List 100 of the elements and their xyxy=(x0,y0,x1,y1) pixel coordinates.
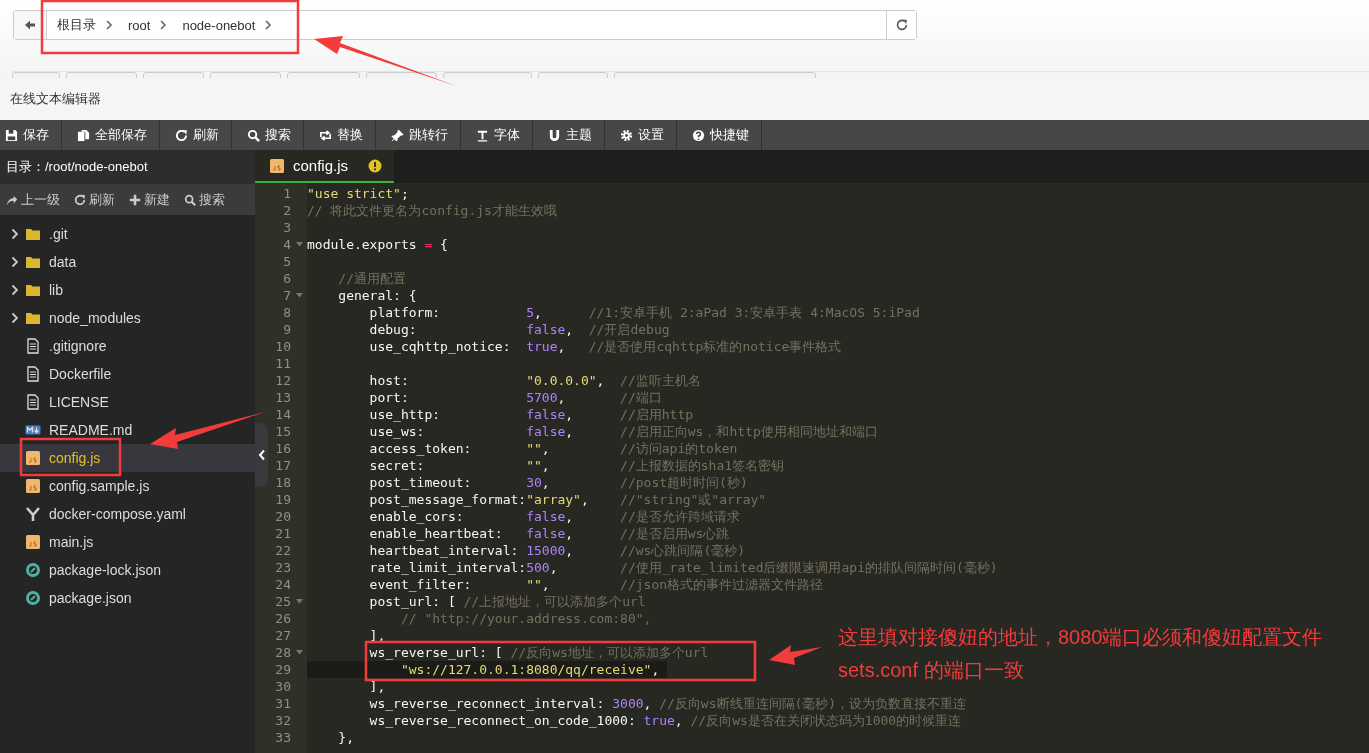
file-item[interactable]: main.js xyxy=(0,528,255,556)
code-line: ws_reverse_url: [ //反向ws地址，可以添加多个url xyxy=(368,644,709,661)
annotation-text: sets.conf 的端口一致 xyxy=(838,658,1025,683)
editor-tab[interactable]: config.js xyxy=(255,150,395,183)
line-number: 18 xyxy=(274,474,291,491)
code-line: rate_limit_interval:500, //使用_rate_limited后缀限速调用api的排队间隔时间(毫秒) xyxy=(368,559,998,576)
magnet-icon xyxy=(548,128,561,142)
line-number: 23 xyxy=(274,559,291,576)
refresh-icon xyxy=(894,18,909,32)
code-line: platform: 5, //1:安卓手机 2:aPad 3:安卓手表 4:MacOS 5:iPad xyxy=(368,304,920,321)
file-item[interactable]: package-lock.json xyxy=(0,556,255,584)
refresh-button[interactable]: 刷新 xyxy=(74,190,115,209)
line-number: 16 xyxy=(274,440,291,457)
chevron-icon xyxy=(257,449,266,461)
code-line: ], xyxy=(368,678,386,695)
file-name: data xyxy=(49,254,77,270)
line-number: 26 xyxy=(274,610,291,627)
swap-icon xyxy=(319,128,332,142)
file-item[interactable]: LICENSE xyxy=(0,388,255,416)
left-arrow-icon xyxy=(24,19,36,31)
line-number: 10 xyxy=(274,338,291,355)
line-number: 22 xyxy=(274,542,291,559)
code-line: secret: "", //上报数据的sha1签名密钥 xyxy=(368,457,785,474)
refresh-button[interactable] xyxy=(886,11,916,39)
line-number: 8 xyxy=(282,304,291,321)
file-name: lib xyxy=(49,282,63,298)
file-item[interactable]: node_modules xyxy=(0,304,255,332)
pin-icon xyxy=(391,128,404,142)
directory-path: 目录：/root/node-onebot xyxy=(6,158,148,176)
breadcrumb-link[interactable]: root xyxy=(128,17,151,33)
fold-caret-icon[interactable] xyxy=(295,650,303,655)
fold-caret-icon[interactable] xyxy=(295,242,303,247)
code-line: //通用配置 xyxy=(337,270,406,287)
line-number: 33 xyxy=(274,729,291,746)
line-number: 9 xyxy=(282,321,291,338)
new-button[interactable]: 新建 xyxy=(129,190,170,209)
line-number: 15 xyxy=(274,423,291,440)
file-name: .gitignore xyxy=(49,338,107,354)
chevron-icon xyxy=(264,20,273,30)
code-line: debug: false, //开启debug xyxy=(368,321,670,338)
chevron-icon[interactable] xyxy=(10,256,19,268)
line-number: 12 xyxy=(274,372,291,389)
chevron-icon[interactable] xyxy=(10,228,19,240)
ring-icon xyxy=(25,562,41,578)
file-item[interactable]: Dockerfile xyxy=(0,360,255,388)
up-button[interactable]: 上一级 xyxy=(6,190,60,209)
line-number: 21 xyxy=(274,525,291,542)
chevron-icon[interactable] xyxy=(10,312,19,324)
floppy-icon xyxy=(5,128,18,142)
breadcrumb-link[interactable]: node-onebot xyxy=(182,17,256,33)
chevron-icon xyxy=(105,20,113,30)
script-file-icon xyxy=(25,450,41,466)
file-name: package.json xyxy=(49,590,132,606)
breadcrumb-link[interactable]: 根目录 xyxy=(57,16,96,34)
file-item[interactable]: lib xyxy=(0,276,255,304)
file-name: config.js xyxy=(49,450,101,466)
file-item[interactable]: config.sample.js xyxy=(0,472,255,500)
search-icon xyxy=(247,128,260,142)
collapse-handle[interactable] xyxy=(255,423,268,487)
file-item[interactable]: config.js xyxy=(0,444,255,472)
file-item[interactable]: .git xyxy=(0,220,255,248)
file-item[interactable]: package.json xyxy=(0,584,255,612)
line-number: 1 xyxy=(282,185,291,202)
chevron-icon[interactable] xyxy=(10,284,19,296)
script-file-icon xyxy=(25,534,41,550)
line-number: 28 xyxy=(274,644,291,661)
file-name: node_modules xyxy=(49,310,141,326)
line-number: 24 xyxy=(274,576,291,593)
file-item[interactable]: docker-compose.yaml xyxy=(0,500,255,528)
back-button[interactable] xyxy=(14,11,47,39)
file-item[interactable]: data xyxy=(0,248,255,276)
refresh-icon xyxy=(175,128,188,142)
folder-icon xyxy=(25,310,41,326)
text-icon xyxy=(476,128,489,142)
code-line: ws_reverse_reconnect_on_code_1000: true, //反向ws是否在关闭状态码为1000的时候重连 xyxy=(368,712,962,729)
folder-icon xyxy=(25,282,41,298)
annotation-text: 这里填对接傻妞的地址，8080端口必须和傻妞配置文件 xyxy=(838,625,1323,650)
search-icon xyxy=(184,193,196,206)
chevron-icon xyxy=(159,20,168,30)
fold-caret-icon[interactable] xyxy=(295,599,303,604)
script-file-icon xyxy=(25,478,41,494)
script-file-icon xyxy=(269,157,285,174)
file-name: README.md xyxy=(49,422,133,438)
code-line: access_token: "", //访问api的token xyxy=(368,440,738,457)
fold-caret-icon[interactable] xyxy=(295,293,303,298)
plus-icon xyxy=(129,193,141,206)
code-line: port: 5700, //端口 xyxy=(368,389,662,406)
annotation-arrow xyxy=(769,645,822,665)
code-line: enable_heartbeat: false, //是否启用ws心跳 xyxy=(368,525,730,542)
code-line: general: { xyxy=(337,287,417,304)
line-number: 27 xyxy=(274,627,291,644)
file-item[interactable]: README.md xyxy=(0,416,255,444)
code-line: post_url: [ //上报地址，可以添加多个url xyxy=(368,593,646,610)
ring-icon xyxy=(25,590,41,606)
line-number: 14 xyxy=(274,406,291,423)
search-button[interactable]: 搜索 xyxy=(184,190,225,209)
code-line: enable_cors: false, //是否允许跨域请求 xyxy=(368,508,740,525)
file-item[interactable]: .gitignore xyxy=(0,332,255,360)
code-line: heartbeat_interval: 15000, //ws心跳间隔(毫秒) xyxy=(368,542,746,559)
line-number: 19 xyxy=(274,491,291,508)
